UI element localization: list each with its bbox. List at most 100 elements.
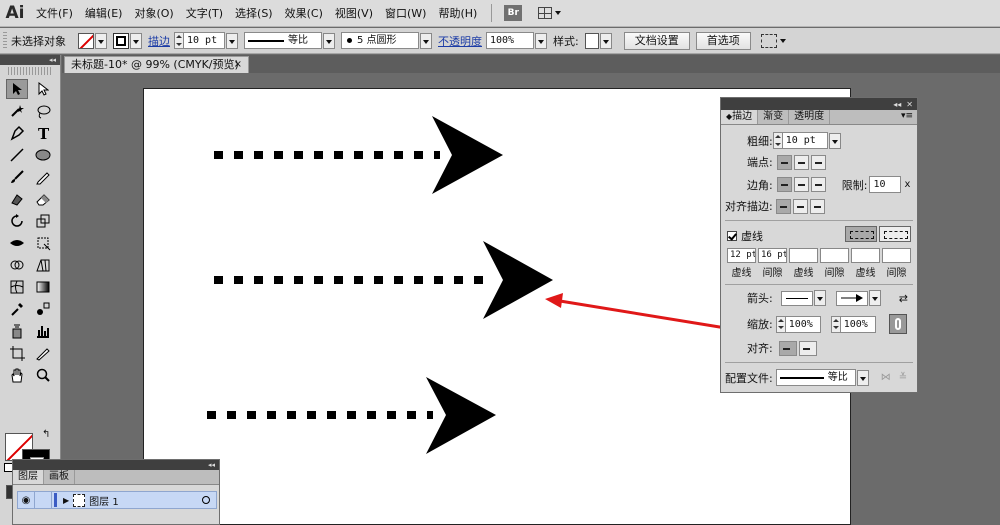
dash-caption: 虚线 xyxy=(731,268,752,279)
end-arrowhead-select[interactable] xyxy=(835,290,868,306)
miter-join-button[interactable] xyxy=(776,177,792,192)
align-inside-button[interactable] xyxy=(792,198,808,214)
divider xyxy=(725,220,913,221)
tab-artboards[interactable]: 画板 xyxy=(44,470,75,484)
arrowhead-3 xyxy=(426,377,496,454)
tab-layers[interactable]: 图层 xyxy=(13,470,44,484)
layers-panel-tabs: 图层 画板 xyxy=(13,470,219,485)
layer-name: 图层 1 xyxy=(89,496,119,508)
profile-label: 配置文件: xyxy=(725,371,773,385)
weight-field[interactable]: 10 pt xyxy=(781,132,828,149)
flip-across-icon[interactable]: ≚ xyxy=(899,372,907,383)
layer-thumbnail xyxy=(73,493,86,507)
tab-transparency[interactable]: 透明度 xyxy=(789,110,831,124)
lock-toggle[interactable] xyxy=(34,492,52,508)
end-arrowhead-dropdown[interactable] xyxy=(868,290,881,306)
collapse-icon[interactable]: ◂◂ xyxy=(208,461,215,469)
profile-select[interactable]: 等比 xyxy=(775,369,856,386)
arrowhead-1 xyxy=(432,116,503,194)
cap-row: 端点: xyxy=(747,154,828,170)
tab-gradient[interactable]: 渐变 xyxy=(758,110,790,124)
arrowhead-icon xyxy=(840,294,863,302)
arrowhead-row: 箭头: ⇄ xyxy=(747,290,908,306)
weight-row: 粗细: 10 pt xyxy=(747,132,841,149)
expand-triangle-icon[interactable]: ▶ xyxy=(63,496,69,505)
profile-row: 配置文件: 等比 ⋈ ≚ xyxy=(725,369,907,386)
cap-label: 端点: xyxy=(747,156,773,169)
preserve-dashes-button[interactable] xyxy=(845,226,877,242)
dash-2-field[interactable] xyxy=(789,248,818,263)
layer-row[interactable]: ◉ ▶ 图层 1 xyxy=(17,491,217,509)
dash-3-field[interactable] xyxy=(851,248,880,263)
dashed-checkbox[interactable] xyxy=(727,231,737,241)
scale-end-field[interactable]: 100% xyxy=(839,315,876,333)
dash-caption: 虚线 xyxy=(793,268,814,279)
arrow-extend-button[interactable] xyxy=(778,340,797,356)
weight-label: 粗细: xyxy=(747,134,773,148)
align-dashes-button[interactable] xyxy=(879,226,911,242)
link-scale-button[interactable] xyxy=(888,314,907,334)
collapse-icon[interactable]: ◂◂ xyxy=(893,100,901,109)
flip-along-icon[interactable]: ⋈ xyxy=(881,372,891,383)
start-arrowhead-select[interactable] xyxy=(780,290,813,306)
dash-1-field[interactable]: 12 pt xyxy=(727,248,756,263)
dashed-arrow-3[interactable] xyxy=(207,377,496,454)
profile-dropdown[interactable] xyxy=(856,369,869,386)
projecting-cap-button[interactable] xyxy=(810,154,826,170)
start-arrowhead-dropdown[interactable] xyxy=(813,290,826,306)
round-cap-button[interactable] xyxy=(793,154,809,170)
limit-field[interactable]: 10 xyxy=(869,176,902,193)
tab-stroke[interactable]: ◆描边 xyxy=(721,110,759,124)
gap-3-field[interactable] xyxy=(882,248,911,263)
gap-1-field[interactable]: 16 pt xyxy=(758,248,787,263)
layer-color-indicator xyxy=(54,493,57,507)
limit-label: 限制: xyxy=(841,178,868,192)
chain-link-icon xyxy=(894,318,901,330)
annotation-red-arrow xyxy=(545,293,739,332)
weight-dropdown[interactable] xyxy=(828,132,841,149)
dashed-arrow-1[interactable] xyxy=(214,116,503,194)
align-stroke-label: 对齐描边: xyxy=(725,200,773,213)
divider xyxy=(725,362,913,363)
target-circle-icon[interactable] xyxy=(202,496,210,504)
bevel-join-button[interactable] xyxy=(810,177,826,192)
gap-caption: 间隙 xyxy=(824,268,845,279)
scale-row: 缩放: 100% 100% xyxy=(747,314,907,334)
panel-menu-icon[interactable]: ▾≡ xyxy=(901,111,913,121)
dashed-label: 虚线 xyxy=(741,230,763,243)
align-row: 对齐: xyxy=(747,340,819,356)
dash-gap-grid: 12 pt 虚线 16 pt 间隙 虚线 间隙 虚线 间隙 xyxy=(727,248,911,279)
scale-label: 缩放: xyxy=(747,318,773,331)
swap-arrowheads-icon[interactable]: ⇄ xyxy=(899,292,908,305)
dash-align-buttons xyxy=(845,226,911,242)
gap-caption: 间隙 xyxy=(762,268,783,279)
arrow-place-button[interactable] xyxy=(798,340,817,356)
close-icon[interactable]: ✕ xyxy=(906,100,913,109)
corner-label: 边角: xyxy=(747,178,773,192)
panel-header: ◂◂ xyxy=(13,460,219,470)
gap-2-field[interactable] xyxy=(820,248,849,263)
profile-value: 等比 xyxy=(827,372,848,383)
align-center-button[interactable] xyxy=(775,198,791,214)
layers-panel: ◂◂ 图层 画板 ◉ ▶ 图层 1 xyxy=(12,459,220,525)
scale-end-stepper[interactable] xyxy=(830,315,840,333)
dashed-row: 虚线 xyxy=(727,228,763,244)
align-label: 对齐: xyxy=(747,342,773,355)
round-join-button[interactable] xyxy=(793,177,809,192)
stroke-panel: ◂◂ ✕ ◆描边 渐变 透明度 ▾≡ 粗细: 10 pt 端点: 边角: 限制:… xyxy=(720,97,918,393)
butt-cap-button[interactable] xyxy=(776,154,792,170)
arrowhead-label: 箭头: xyxy=(747,292,773,305)
dashed-arrow-2[interactable] xyxy=(214,241,553,319)
scale-start-field[interactable]: 100% xyxy=(784,315,821,333)
gap-caption: 间隙 xyxy=(886,268,907,279)
weight-stepper[interactable] xyxy=(772,132,782,149)
align-stroke-row: 对齐描边: xyxy=(725,198,827,214)
align-outside-button[interactable] xyxy=(809,198,825,214)
panel-header: ◂◂ ✕ xyxy=(721,98,917,110)
divider xyxy=(725,284,913,285)
eye-visibility-icon[interactable]: ◉ xyxy=(18,495,34,506)
scale-start-stepper[interactable] xyxy=(775,315,785,333)
no-arrowhead-icon xyxy=(785,297,808,299)
dash-caption: 虚线 xyxy=(855,268,876,279)
stroke-panel-tabs: ◆描边 渐变 透明度 ▾≡ xyxy=(721,110,917,125)
